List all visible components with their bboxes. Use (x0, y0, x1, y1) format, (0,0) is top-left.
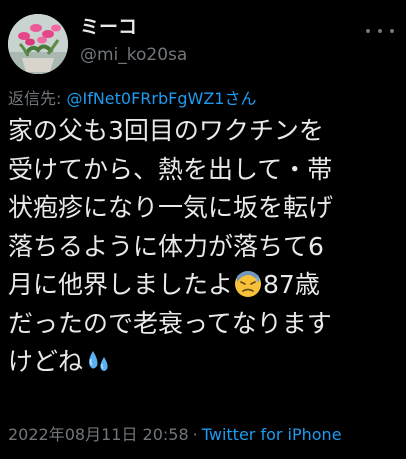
tweet-text-segment: 月に他界しましたよ (8, 270, 234, 299)
tweet-line: 受けてから、熱を出して・帯 (8, 154, 333, 184)
tweet-text-segment: けどね (8, 347, 84, 376)
more-options-icon[interactable] (366, 22, 394, 40)
tweet-text: 家の父も3回目のワクチンを 受けてから、熱を出して・帯 状疱疹になり一気に坂を転… (8, 112, 404, 382)
meta-separator: · (192, 425, 198, 444)
tweet-line-with-emoji: 月に他界しましたよ 87歳 (8, 266, 404, 305)
display-name[interactable]: ミーコ (80, 14, 350, 40)
sad-sweat-face-icon (234, 270, 262, 298)
tweet-meta: 2022年08月11日 20:58 · Twitter for iPhone (8, 424, 342, 446)
avatar[interactable] (8, 14, 68, 74)
reply-prefix: 返信先: (8, 89, 67, 108)
reply-target-link[interactable]: @IfNet0FRrbFgWZ1さん (66, 89, 256, 108)
avatar-flower-photo-icon (8, 14, 68, 74)
tweet-text-segment: 87歳 (263, 270, 320, 299)
tweet-line: だったので老衰ってなります (8, 308, 332, 338)
tweet-timestamp[interactable]: 2022年08月11日 20:58 (8, 425, 189, 444)
sweat-droplets-icon (84, 347, 112, 375)
tweet-header: ミーコ @mi_ko20sa (8, 12, 398, 76)
tweet-card: ミーコ @mi_ko20sa 返信先: @IfNet0FRrbFgWZ1さん 家… (0, 0, 406, 459)
tweet-line: 状疱疹になり一気に坂を転げ (8, 193, 334, 222)
author-names: ミーコ @mi_ko20sa (80, 14, 350, 68)
tweet-source-link[interactable]: Twitter for iPhone (202, 425, 342, 444)
user-handle[interactable]: @mi_ko20sa (80, 42, 350, 68)
tweet-line: 家の父も3回目のワクチンを (8, 116, 324, 145)
tweet-line: 落ちるように体力が落ちて6 (8, 231, 324, 261)
reply-context: 返信先: @IfNet0FRrbFgWZ1さん (8, 88, 256, 110)
tweet-line-with-emoji: けどね (8, 343, 404, 382)
